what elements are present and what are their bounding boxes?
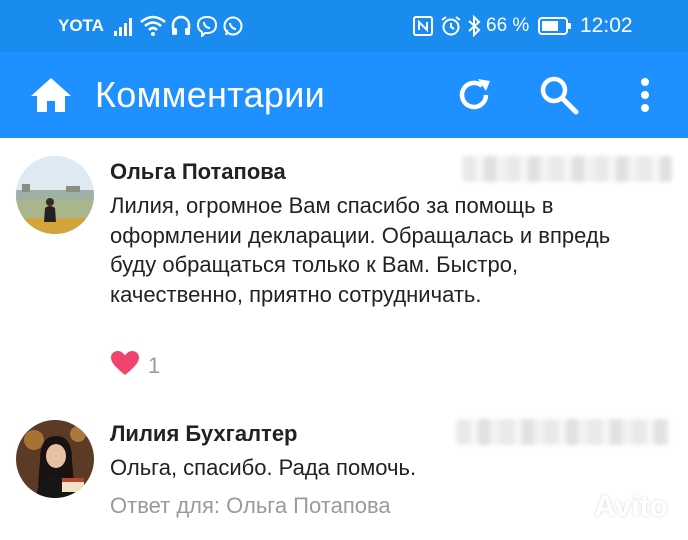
headphones-icon [170,0,192,52]
alarm-icon [440,0,462,52]
reply-to-label[interactable]: Ответ для: Ольга Потапова [110,493,391,519]
clock: 12:02 [580,14,633,37]
wifi-icon [140,0,166,52]
comment-author[interactable]: Лилия Бухгалтер [110,421,298,447]
app-bar: Комментарии [0,52,688,138]
avatar[interactable] [16,420,94,498]
status-bar: YOTA 66 % 12:02 [0,0,688,52]
viber-icon [196,0,218,52]
page-title: Комментарии [95,74,326,115]
comment-date [462,156,672,182]
like-count: 1 [148,352,161,378]
battery-icon [538,0,572,52]
refresh-icon[interactable] [452,52,496,138]
comment-author[interactable]: Ольга Потапова [110,159,286,185]
heart-icon[interactable] [110,350,140,381]
nfc-icon [412,0,434,52]
whatsapp-icon [222,0,244,52]
comment-text: Лилия, огромное Вам спасибо за помощь в … [110,193,611,307]
bluetooth-icon [466,0,482,52]
battery-percent: 66 % [486,15,530,36]
comment-text: Ольга, спасибо. Рада помочь. [110,455,417,480]
watermark: Avito [556,488,668,526]
signal-icon [112,0,136,52]
avatar[interactable] [16,156,94,234]
carrier-label: YOTA [58,16,104,35]
home-icon[interactable] [28,52,74,138]
comment-item: Ольга Потапова Лилия, огромное Вам спаси… [0,138,688,398]
avito-logo-icon [556,488,590,526]
more-vert-icon[interactable] [630,52,660,138]
search-icon[interactable] [536,52,582,138]
watermark-text: Avito [594,490,668,523]
comment-date [456,419,670,445]
like-group[interactable]: 1 [110,350,160,381]
